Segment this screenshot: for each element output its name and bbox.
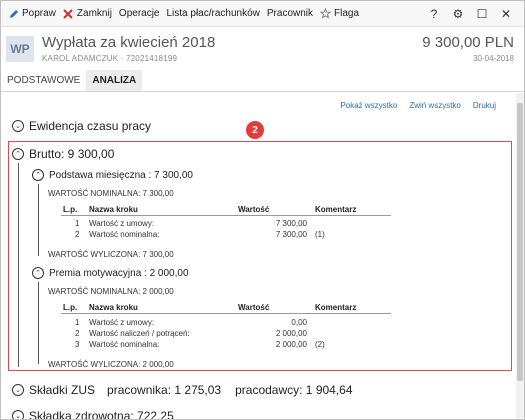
col-value: Wartość	[238, 303, 270, 312]
pencil-icon	[8, 8, 19, 19]
tree-line	[38, 282, 39, 364]
close-icon	[63, 8, 74, 19]
computed-value: WARTOŚĆ WYLICZONA: 2 000,00	[48, 360, 174, 369]
section-title: Brutto: 9 300,00	[29, 147, 115, 161]
employer-contributions: pracodawcy: 1 904,64	[235, 383, 353, 397]
payslip-window: Popraw Zamknij Operacje Lista płac/rachu…	[0, 0, 525, 420]
tree-line	[38, 184, 39, 256]
maximize-icon[interactable]: ☐	[470, 7, 494, 21]
flag-button-label: Flaga	[334, 8, 360, 19]
row-lp: 1	[75, 318, 80, 327]
window-close-icon[interactable]: ✕	[494, 7, 518, 21]
header-divider	[61, 215, 391, 216]
callout-badge: 2	[246, 121, 264, 139]
row-name: Wartość z umowy:	[89, 318, 155, 327]
row-value: 2 000,00	[275, 329, 307, 338]
row-value: 2 000,00	[275, 340, 307, 349]
col-comment: Komentarz	[315, 303, 357, 312]
edit-button[interactable]: Popraw	[8, 8, 56, 19]
flag-button[interactable]: Flaga	[320, 8, 359, 19]
chevron-down-icon: ⌄	[12, 384, 24, 396]
row-comment: (2)	[315, 340, 325, 349]
expand-all-link[interactable]: Pokaż wszystko	[340, 101, 397, 110]
row-name: Wartość naliczeń / potrąceń:	[89, 329, 190, 338]
row-name: Wartość z umowy:	[89, 219, 155, 228]
row-value: 7 300,00	[275, 219, 307, 228]
operations-menu[interactable]: Operacje	[119, 8, 160, 19]
section-health-insurance[interactable]: ⌄ Składka zdrowotna: 722,25	[12, 409, 174, 420]
document-date: 30-04-2018	[473, 54, 514, 63]
row-comment: (1)	[315, 230, 325, 239]
header-divider	[61, 313, 391, 314]
toolbar: Popraw Zamknij Operacje Lista płac/rachu…	[1, 1, 524, 27]
employee-contributions: pracownika: 1 275,03	[107, 383, 222, 397]
row-name: Wartość nominalna:	[89, 230, 160, 239]
section-title: Składki ZUS	[29, 383, 96, 397]
row-value: 7 300,00	[275, 230, 307, 239]
section-title: Składka zdrowotna: 722,25	[29, 409, 174, 420]
row-lp: 3	[75, 340, 80, 349]
view-links: Pokaż wszystko Zwiń wszystko Drukuj	[340, 101, 496, 110]
chevron-up-icon: ⌃	[12, 148, 24, 160]
row-value: 0,00	[291, 318, 307, 327]
col-value: Wartość	[238, 205, 270, 214]
tab-basic[interactable]: PODSTAWOWE	[1, 70, 86, 91]
help-icon[interactable]: ?	[422, 7, 446, 21]
section-social-security[interactable]: ⌄ Składki ZUS pracownika: 1 275,03 praco…	[12, 383, 353, 397]
analysis-panel: Pokaż wszystko Zwiń wszystko Drukuj ⌄ Ew…	[1, 93, 516, 420]
subsection-bonus[interactable]: ⌃ Premia motywacyjna : 2 000,00	[32, 267, 189, 279]
col-name: Nazwa kroku	[89, 205, 138, 214]
computed-value: WARTOŚĆ WYLICZONA: 7 300,00	[48, 250, 174, 259]
window-controls: ? ⚙ ☐ ✕	[422, 1, 518, 27]
tree-line	[18, 163, 19, 367]
row-name: Wartość nominalna:	[89, 340, 160, 349]
close-button-label: Zamknij	[76, 8, 112, 19]
document-header: WP Wypłata za kwiecień 2018 KAROL ADAMCZ…	[1, 28, 524, 70]
payroll-list-menu-label: Lista płac/rachunków	[166, 8, 260, 19]
col-lp: L.p.	[63, 303, 78, 312]
tab-bar: PODSTAWOWE ANALIZA	[1, 70, 524, 92]
section-title: Ewidencja czasu pracy	[29, 119, 152, 133]
row-lp: 1	[75, 219, 80, 228]
nominal-value: WARTOŚĆ NOMINALNA: 7 300,00	[48, 189, 174, 198]
edit-button-label: Popraw	[22, 8, 56, 19]
section-gross[interactable]: ⌃ Brutto: 9 300,00	[12, 147, 114, 161]
collapse-all-link[interactable]: Zwiń wszystko	[409, 101, 461, 110]
print-link[interactable]: Drukuj	[473, 101, 496, 110]
chevron-up-icon: ⌃	[32, 267, 44, 279]
total-amount: 9 300,00 PLN	[422, 34, 514, 51]
operations-menu-label: Operacje	[118, 8, 160, 19]
col-name: Nazwa kroku	[89, 303, 138, 312]
star-icon	[320, 8, 332, 19]
tab-analysis[interactable]: ANALIZA	[86, 70, 143, 91]
col-comment: Komentarz	[315, 205, 357, 214]
employee-subtitle: KAROL ADAMCZUK · 72021418199	[42, 54, 178, 63]
scrollbar-thumb[interactable]	[517, 103, 523, 381]
avatar: WP	[6, 36, 34, 62]
close-button[interactable]: Zamknij	[63, 8, 112, 19]
vertical-scrollbar[interactable]	[516, 93, 524, 419]
chevron-down-icon: ⌄	[12, 410, 24, 419]
page-title: Wypłata za kwiecień 2018	[42, 34, 216, 51]
chevron-down-icon: ⌄	[12, 120, 24, 132]
chevron-up-icon: ⌃	[32, 169, 44, 181]
nominal-value: WARTOŚĆ NOMINALNA: 2 000,00	[48, 287, 174, 296]
row-lp: 2	[75, 230, 80, 239]
subsection-title: Premia motywacyjna : 2 000,00	[49, 267, 189, 279]
employee-menu[interactable]: Pracownik	[267, 8, 313, 19]
section-time-tracking[interactable]: ⌄ Ewidencja czasu pracy	[12, 119, 151, 133]
employee-menu-label: Pracownik	[266, 8, 314, 19]
subsection-title: Podstawa miesięczna : 7 300,00	[49, 169, 193, 181]
col-lp: L.p.	[63, 205, 78, 214]
payroll-list-menu[interactable]: Lista płac/rachunków	[167, 8, 260, 19]
subsection-base-salary[interactable]: ⌃ Podstawa miesięczna : 7 300,00	[32, 169, 193, 181]
row-lp: 2	[75, 329, 80, 338]
gear-icon[interactable]: ⚙	[446, 7, 470, 21]
